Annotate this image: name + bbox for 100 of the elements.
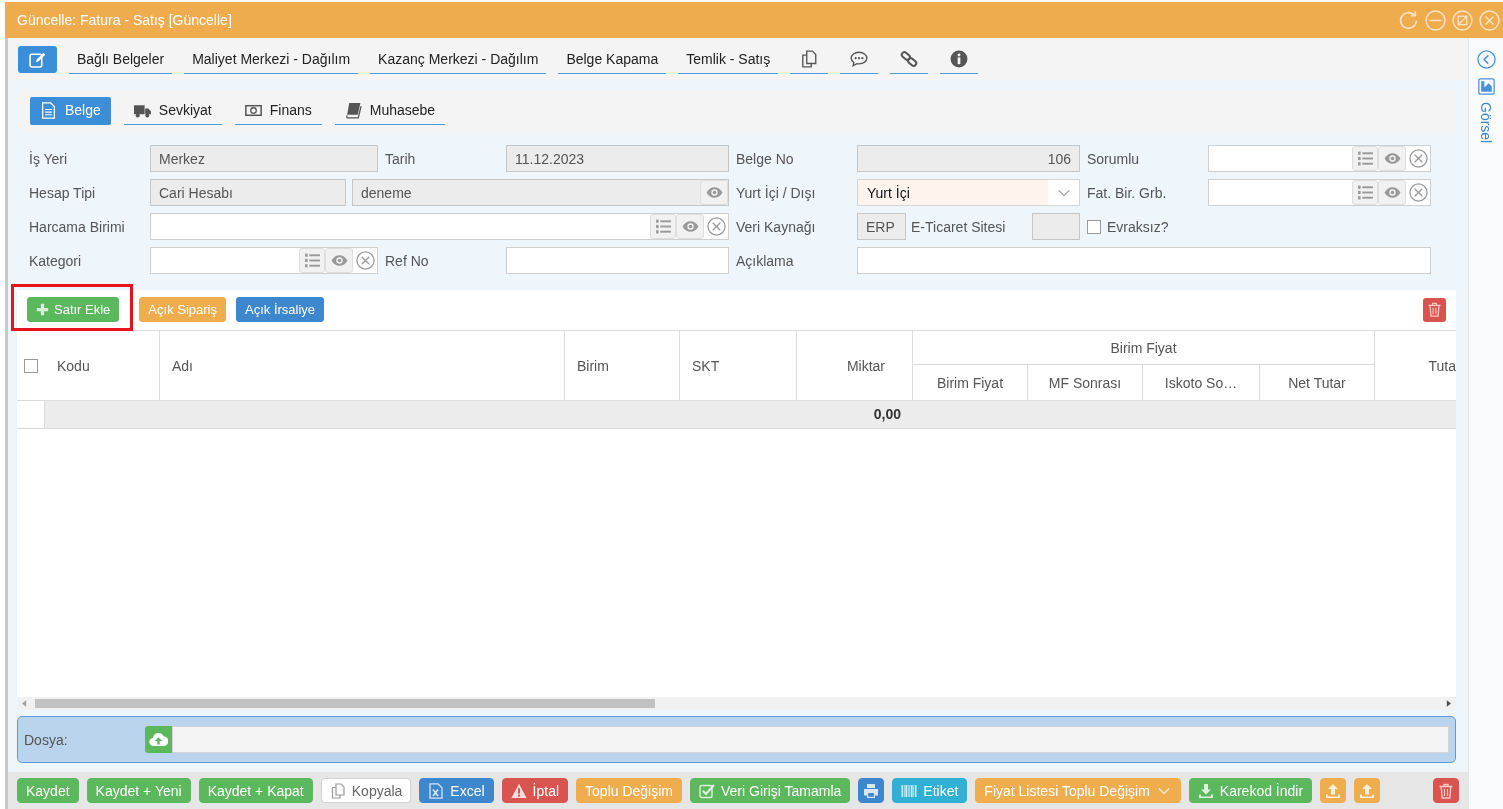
lookup-field[interactable] xyxy=(1208,179,1431,206)
eye-icon xyxy=(705,184,723,201)
upload-button[interactable] xyxy=(1354,778,1381,803)
lookup-field[interactable]: deneme xyxy=(352,179,729,206)
numbered-list-icon xyxy=(654,218,672,235)
select-all-checkbox[interactable] xyxy=(24,358,38,373)
info-icon xyxy=(950,49,969,68)
restore-icon xyxy=(1452,9,1473,31)
lookup-field[interactable] xyxy=(1208,145,1431,172)
scroll-right-icon[interactable] xyxy=(1446,700,1451,707)
download-icon xyxy=(1197,782,1214,799)
refresh-icon xyxy=(1398,9,1419,31)
plus-icon xyxy=(36,303,49,316)
eye-icon xyxy=(1383,184,1401,201)
tab[interactable]: Sevkiyat xyxy=(123,96,222,125)
text-field[interactable] xyxy=(1032,213,1080,240)
scrollbar-thumb[interactable] xyxy=(35,699,655,708)
view-button[interactable] xyxy=(676,214,704,239)
print-button[interactable] xyxy=(858,778,885,803)
attachment-label: Dosya: xyxy=(24,731,69,748)
text-field[interactable]: 11.12.2023 xyxy=(506,145,729,172)
lookup-field[interactable] xyxy=(150,213,729,240)
field-label: Veri Kaynağı xyxy=(736,218,817,235)
field-label: Tarih xyxy=(385,150,417,167)
file-field[interactable] xyxy=(172,726,1449,753)
view-button[interactable] xyxy=(1378,180,1406,205)
clear-button[interactable] xyxy=(353,248,377,273)
toolbar-link[interactable]: Maliyet Merkezi - Dağılım xyxy=(184,44,359,74)
clear-button[interactable] xyxy=(704,214,728,239)
text-field[interactable]: 106 xyxy=(857,145,1080,172)
field-label: Hesap Tipi xyxy=(29,184,97,201)
spreadsheet-icon xyxy=(428,782,445,799)
trash-icon xyxy=(1438,782,1454,799)
printer-icon xyxy=(863,782,880,799)
copy-icon xyxy=(800,49,819,68)
eye-icon xyxy=(681,218,699,235)
numbered-list-icon xyxy=(1356,184,1374,201)
excel-export-button[interactable]: Excel xyxy=(419,778,494,803)
field-label: İş Yeri xyxy=(29,150,69,167)
upload-button[interactable] xyxy=(145,726,172,753)
numbered-list-icon xyxy=(1356,150,1374,167)
text-field[interactable] xyxy=(506,247,729,274)
column-header: Kodu xyxy=(57,357,90,374)
text-field[interactable]: Cari Hesabı xyxy=(150,179,346,206)
restore-button[interactable] xyxy=(1452,9,1473,31)
cancel-button[interactable]: İptal xyxy=(501,778,569,803)
refresh-button[interactable] xyxy=(1398,9,1419,31)
lookup-field[interactable] xyxy=(150,247,378,274)
list-button[interactable] xyxy=(299,248,325,273)
edit-button[interactable] xyxy=(18,45,57,73)
numbered-list-icon xyxy=(303,252,321,269)
view-button[interactable] xyxy=(325,248,353,273)
window-title: Güncelle: Fatura - Satış [Güncelle] xyxy=(17,12,233,28)
view-button[interactable] xyxy=(1378,146,1406,171)
barcode-icon xyxy=(901,782,918,799)
toolbar-link[interactable]: Kazanç Merkezi - Dağılım xyxy=(370,44,547,74)
toolbar-link[interactable]: Bağlı Belgeler xyxy=(69,44,173,74)
dropdown-field[interactable]: Yurt İçi xyxy=(857,179,1080,206)
action-button[interactable]: Açık İrsaliye xyxy=(236,297,325,322)
close-icon xyxy=(1479,9,1500,31)
close-button[interactable] xyxy=(1479,9,1500,31)
text-field[interactable]: Merkez xyxy=(150,145,378,172)
minimize-button[interactable] xyxy=(1425,9,1446,31)
quantity-total: 0,00 xyxy=(45,401,913,428)
delete-button[interactable] xyxy=(1423,297,1446,322)
text-field[interactable]: ERP xyxy=(857,213,906,240)
tab[interactable]: Finans xyxy=(234,96,322,125)
toolbar-link[interactable]: Belge Kapama xyxy=(558,44,667,74)
list-button[interactable] xyxy=(1352,146,1378,171)
trash-icon xyxy=(1427,302,1442,317)
eye-icon xyxy=(1383,150,1401,167)
clear-button[interactable] xyxy=(1406,146,1430,171)
speech-bubble-icon xyxy=(850,49,869,68)
tab[interactable]: Belge xyxy=(30,96,111,125)
checkbox-tick-icon xyxy=(699,782,715,799)
list-button[interactable] xyxy=(650,214,676,239)
collapse-button[interactable] xyxy=(1476,50,1496,69)
scroll-left-icon[interactable] xyxy=(22,700,27,707)
view-button[interactable] xyxy=(700,180,728,205)
checkbox-label: Evraksız? xyxy=(1107,218,1169,235)
upload-button[interactable] xyxy=(1320,778,1347,803)
field-label: Açıklama xyxy=(736,252,795,269)
cloud-upload-icon xyxy=(149,730,168,749)
clear-button[interactable] xyxy=(1406,180,1430,205)
field-label: Fat. Bir. Grb. xyxy=(1087,184,1168,201)
column-header: Birim Fiyat xyxy=(913,331,1375,365)
field-label: Ref No xyxy=(385,252,430,269)
list-button[interactable] xyxy=(1352,180,1378,205)
link-icon xyxy=(900,49,919,68)
text-field[interactable] xyxy=(857,247,1431,274)
horizontal-scrollbar[interactable] xyxy=(17,697,1456,710)
clear-icon xyxy=(1408,183,1428,202)
checkbox[interactable] xyxy=(1087,219,1101,234)
side-panel-tab[interactable]: Görsel xyxy=(1478,102,1494,144)
tab[interactable]: Muhasebe xyxy=(334,96,446,125)
clear-icon xyxy=(706,217,726,236)
delete-button[interactable] xyxy=(1433,778,1459,803)
field-label: Belge No xyxy=(736,150,795,167)
toolbar-link[interactable]: Temlik - Satış xyxy=(678,44,779,74)
copy-icon xyxy=(329,782,346,799)
